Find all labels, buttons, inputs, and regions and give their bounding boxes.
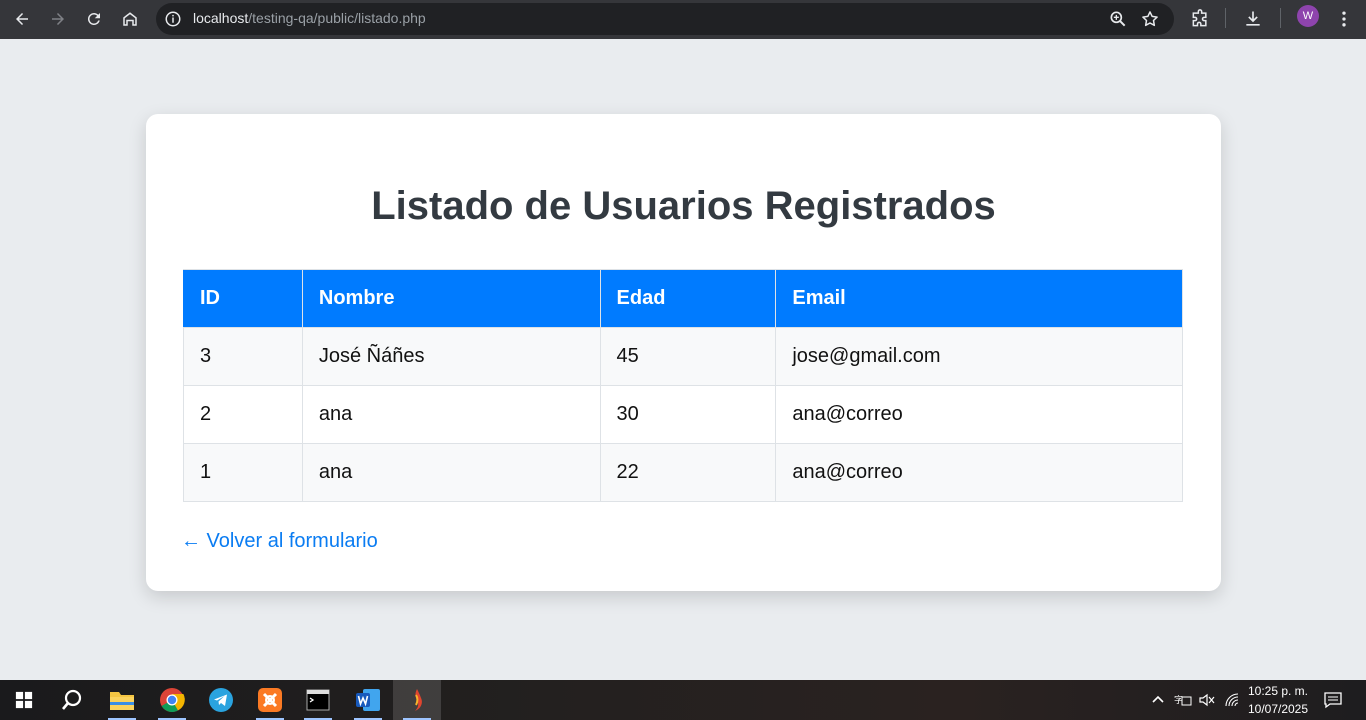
app-feather-icon: [415, 689, 422, 711]
folder-icon: [110, 692, 134, 710]
cell-edad: 45: [599, 327, 777, 386]
xampp-icon: [258, 688, 282, 712]
users-card: Listado de Usuarios Registrados ID Nombr…: [146, 114, 1221, 591]
column-header-email: Email: [775, 269, 1183, 328]
profile-avatar[interactable]: W: [1297, 5, 1319, 27]
clock-date: 10/07/2025: [1247, 702, 1309, 716]
cell-nombre: José Ñáñes: [301, 327, 601, 386]
reload-icon[interactable]: [79, 4, 109, 34]
active-app-button[interactable]: [393, 680, 441, 720]
table-row: 3 José Ñáñes 45 jose@gmail.com: [183, 327, 1183, 386]
chrome-icon: [160, 688, 185, 713]
taskbar-clock[interactable]: 10:25 p. m. 10/07/2025: [1246, 682, 1310, 718]
network-tray[interactable]: [1224, 680, 1240, 720]
terminal-icon: [306, 689, 330, 711]
word-icon: [356, 689, 380, 711]
column-header-nombre: Nombre: [301, 269, 601, 328]
chrome-button[interactable]: [148, 680, 196, 720]
cell-nombre: ana: [301, 385, 601, 444]
chevron-up-icon[interactable]: [1150, 692, 1166, 708]
back-arrow-icon[interactable]: [7, 4, 37, 34]
forward-arrow-icon[interactable]: [43, 4, 73, 34]
volume-tray[interactable]: [1198, 680, 1216, 720]
cell-edad: 22: [599, 443, 777, 502]
volume-muted-icon: [1199, 693, 1215, 707]
download-icon[interactable]: [1239, 5, 1267, 33]
cell-id: 2: [183, 385, 303, 444]
table-row: 1 ana 22 ana@correo: [183, 443, 1183, 502]
zoom-icon[interactable]: [1108, 9, 1128, 29]
toolbar-divider: [1225, 8, 1226, 28]
column-header-edad: Edad: [599, 269, 777, 328]
cell-email: jose@gmail.com: [775, 327, 1183, 386]
search-icon: [62, 689, 82, 710]
extensions-icon[interactable]: [1186, 5, 1214, 33]
word-button[interactable]: [344, 680, 392, 720]
clock-time: 10:25 p. m.: [1247, 684, 1309, 698]
home-icon[interactable]: [115, 4, 145, 34]
table-row: 2 ana 30 ana@correo: [183, 385, 1183, 444]
cell-id: 1: [183, 443, 303, 502]
notifications-tray[interactable]: [1324, 680, 1342, 720]
site-info-icon[interactable]: [164, 10, 182, 28]
cell-nombre: ana: [301, 443, 601, 502]
wifi-icon: [1225, 693, 1239, 707]
start-button[interactable]: [0, 680, 48, 720]
browser-toolbar: localhost/testing-qa/public/listado.php …: [0, 0, 1366, 39]
notification-icon: [1324, 692, 1342, 709]
cell-id: 3: [183, 327, 303, 386]
column-header-id: ID: [183, 269, 303, 328]
terminal-button[interactable]: [294, 680, 342, 720]
table-header-row: ID Nombre Edad Email: [183, 269, 1183, 328]
telegram-button[interactable]: [197, 680, 245, 720]
toolbar-divider: [1280, 8, 1281, 28]
cell-email: ana@correo: [775, 385, 1183, 444]
ime-icon: 字: [1174, 694, 1192, 706]
xampp-button[interactable]: [246, 680, 294, 720]
url-text[interactable]: localhost/testing-qa/public/listado.php: [193, 10, 426, 26]
keyboard-language-tray[interactable]: 字: [1174, 680, 1192, 720]
back-to-form-link[interactable]: ← Volver al formulario: [181, 530, 378, 553]
bookmark-star-icon[interactable]: [1140, 9, 1160, 29]
users-table: ID Nombre Edad Email 3 José Ñáñes 45 jos…: [183, 269, 1183, 502]
file-explorer-button[interactable]: [98, 680, 146, 720]
page-title: Listado de Usuarios Registrados: [371, 184, 996, 228]
search-button[interactable]: [48, 680, 96, 720]
taskbar: 字 10:25 p. m. 10/07/2025: [0, 680, 1366, 720]
address-bar[interactable]: localhost/testing-qa/public/listado.php: [156, 3, 1174, 35]
cell-edad: 30: [599, 385, 777, 444]
cell-email: ana@correo: [775, 443, 1183, 502]
system-tray: [1150, 680, 1166, 720]
windows-logo-icon: [15, 691, 33, 709]
telegram-icon: [209, 688, 233, 712]
more-menu-icon[interactable]: [1330, 5, 1358, 33]
